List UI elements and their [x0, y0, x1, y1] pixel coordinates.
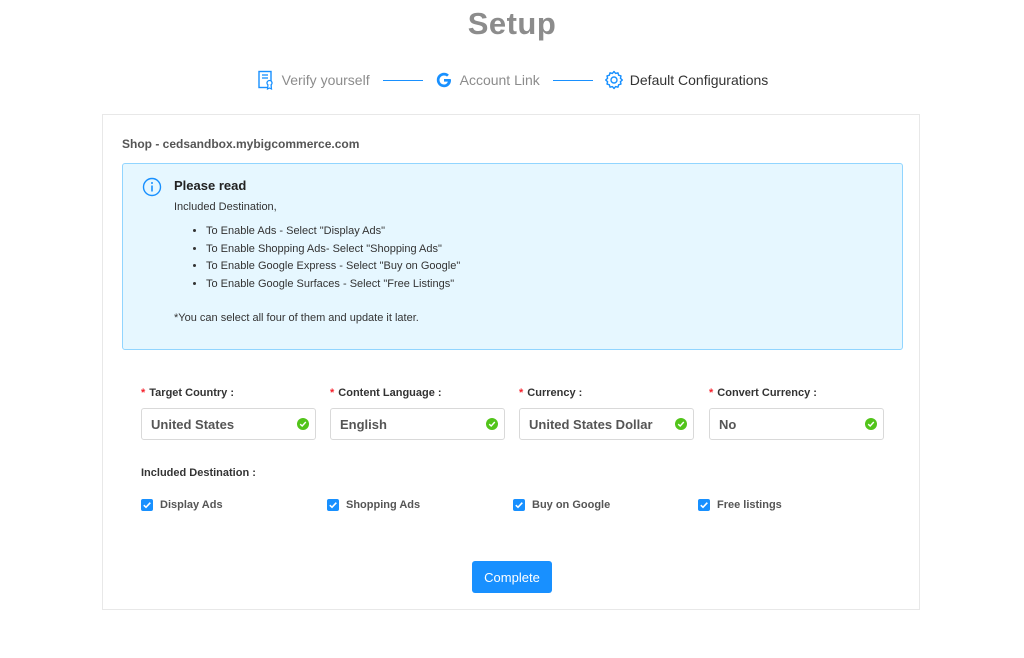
checkbox-label: Display Ads — [160, 499, 223, 511]
valid-check-icon — [865, 418, 877, 430]
convert-currency-select[interactable]: No — [709, 408, 884, 440]
verify-document-icon — [256, 70, 276, 90]
info-icon — [142, 177, 162, 197]
step-connector — [382, 79, 423, 81]
notice-intro: Included Destination, — [174, 201, 277, 213]
checkbox-display-ads[interactable]: Display Ads — [141, 499, 223, 511]
checkbox-label: Free listings — [717, 499, 782, 511]
page-title: Setup — [467, 6, 557, 41]
list-item: To Enable Ads - Select "Display Ads" — [206, 223, 460, 241]
valid-check-icon — [675, 418, 687, 430]
step-default-configurations[interactable]: Default Configurations — [604, 70, 769, 90]
notice-title: Please read — [174, 178, 247, 193]
required-marker: * — [141, 387, 146, 399]
valid-check-icon — [297, 418, 309, 430]
target-country-field: * Target Country : United States — [141, 385, 316, 440]
checkbox-buy-on-google[interactable]: Buy on Google — [513, 499, 610, 511]
please-read-notice: Please read Included Destination, To Ena… — [122, 163, 903, 350]
step-label: Account Link — [459, 72, 540, 88]
setup-steps: Verify yourself Account Link Default Con… — [0, 70, 1024, 90]
content-language-select[interactable]: English — [330, 408, 505, 440]
checkbox-checked-icon[interactable] — [698, 499, 710, 511]
checkbox-checked-icon[interactable] — [141, 499, 153, 511]
checkbox-free-listings[interactable]: Free listings — [698, 499, 782, 511]
checkbox-shopping-ads[interactable]: Shopping Ads — [327, 499, 420, 511]
field-label: Content Language — [338, 387, 435, 399]
step-connector — [552, 79, 593, 81]
field-label: Convert Currency — [717, 387, 811, 399]
complete-button[interactable]: Complete — [472, 561, 552, 593]
included-destination-label: Included Destination : — [141, 467, 256, 479]
google-g-icon — [434, 70, 454, 90]
setup-page: Setup Verify yourself Account Link Defau… — [0, 0, 1024, 658]
checkbox-label: Shopping Ads — [346, 499, 421, 511]
select-value: No — [719, 416, 737, 432]
content-language-field: * Content Language : English — [330, 385, 505, 440]
checkbox-label: Buy on Google — [532, 499, 611, 511]
field-label: Target Country — [149, 387, 228, 399]
shop-label: Shop - cedsandbox.mybigcommerce.com — [122, 137, 360, 151]
currency-select[interactable]: United States Dollar — [519, 408, 694, 440]
required-marker: * — [709, 387, 714, 399]
notice-list: To Enable Ads - Select "Display Ads" To … — [174, 223, 460, 293]
checkbox-checked-icon[interactable] — [513, 499, 525, 511]
configuration-card: Shop - cedsandbox.mybigcommerce.com Plea… — [102, 114, 920, 610]
select-value: English — [340, 416, 387, 432]
select-value: United States — [151, 416, 235, 432]
list-item: To Enable Google Express - Select "Buy o… — [206, 258, 460, 276]
required-marker: * — [519, 387, 524, 399]
valid-check-icon — [486, 418, 498, 430]
convert-currency-field: * Convert Currency : No — [709, 385, 884, 440]
gear-icon — [604, 70, 624, 90]
select-value: United States Dollar — [529, 416, 653, 432]
target-country-select[interactable]: United States — [141, 408, 316, 440]
step-account-link[interactable]: Account Link — [434, 70, 540, 90]
list-item: To Enable Google Surfaces - Select "Free… — [206, 276, 460, 294]
step-label: Default Configurations — [629, 72, 769, 88]
field-label: Currency — [527, 387, 576, 399]
step-label: Verify yourself — [281, 72, 370, 88]
step-verify-yourself[interactable]: Verify yourself — [256, 70, 370, 90]
notice-footer: *You can select all four of them and upd… — [174, 312, 419, 324]
required-marker: * — [330, 387, 335, 399]
list-item: To Enable Shopping Ads- Select "Shopping… — [206, 241, 460, 259]
checkbox-checked-icon[interactable] — [327, 499, 339, 511]
currency-field: * Currency : United States Dollar — [519, 385, 694, 440]
